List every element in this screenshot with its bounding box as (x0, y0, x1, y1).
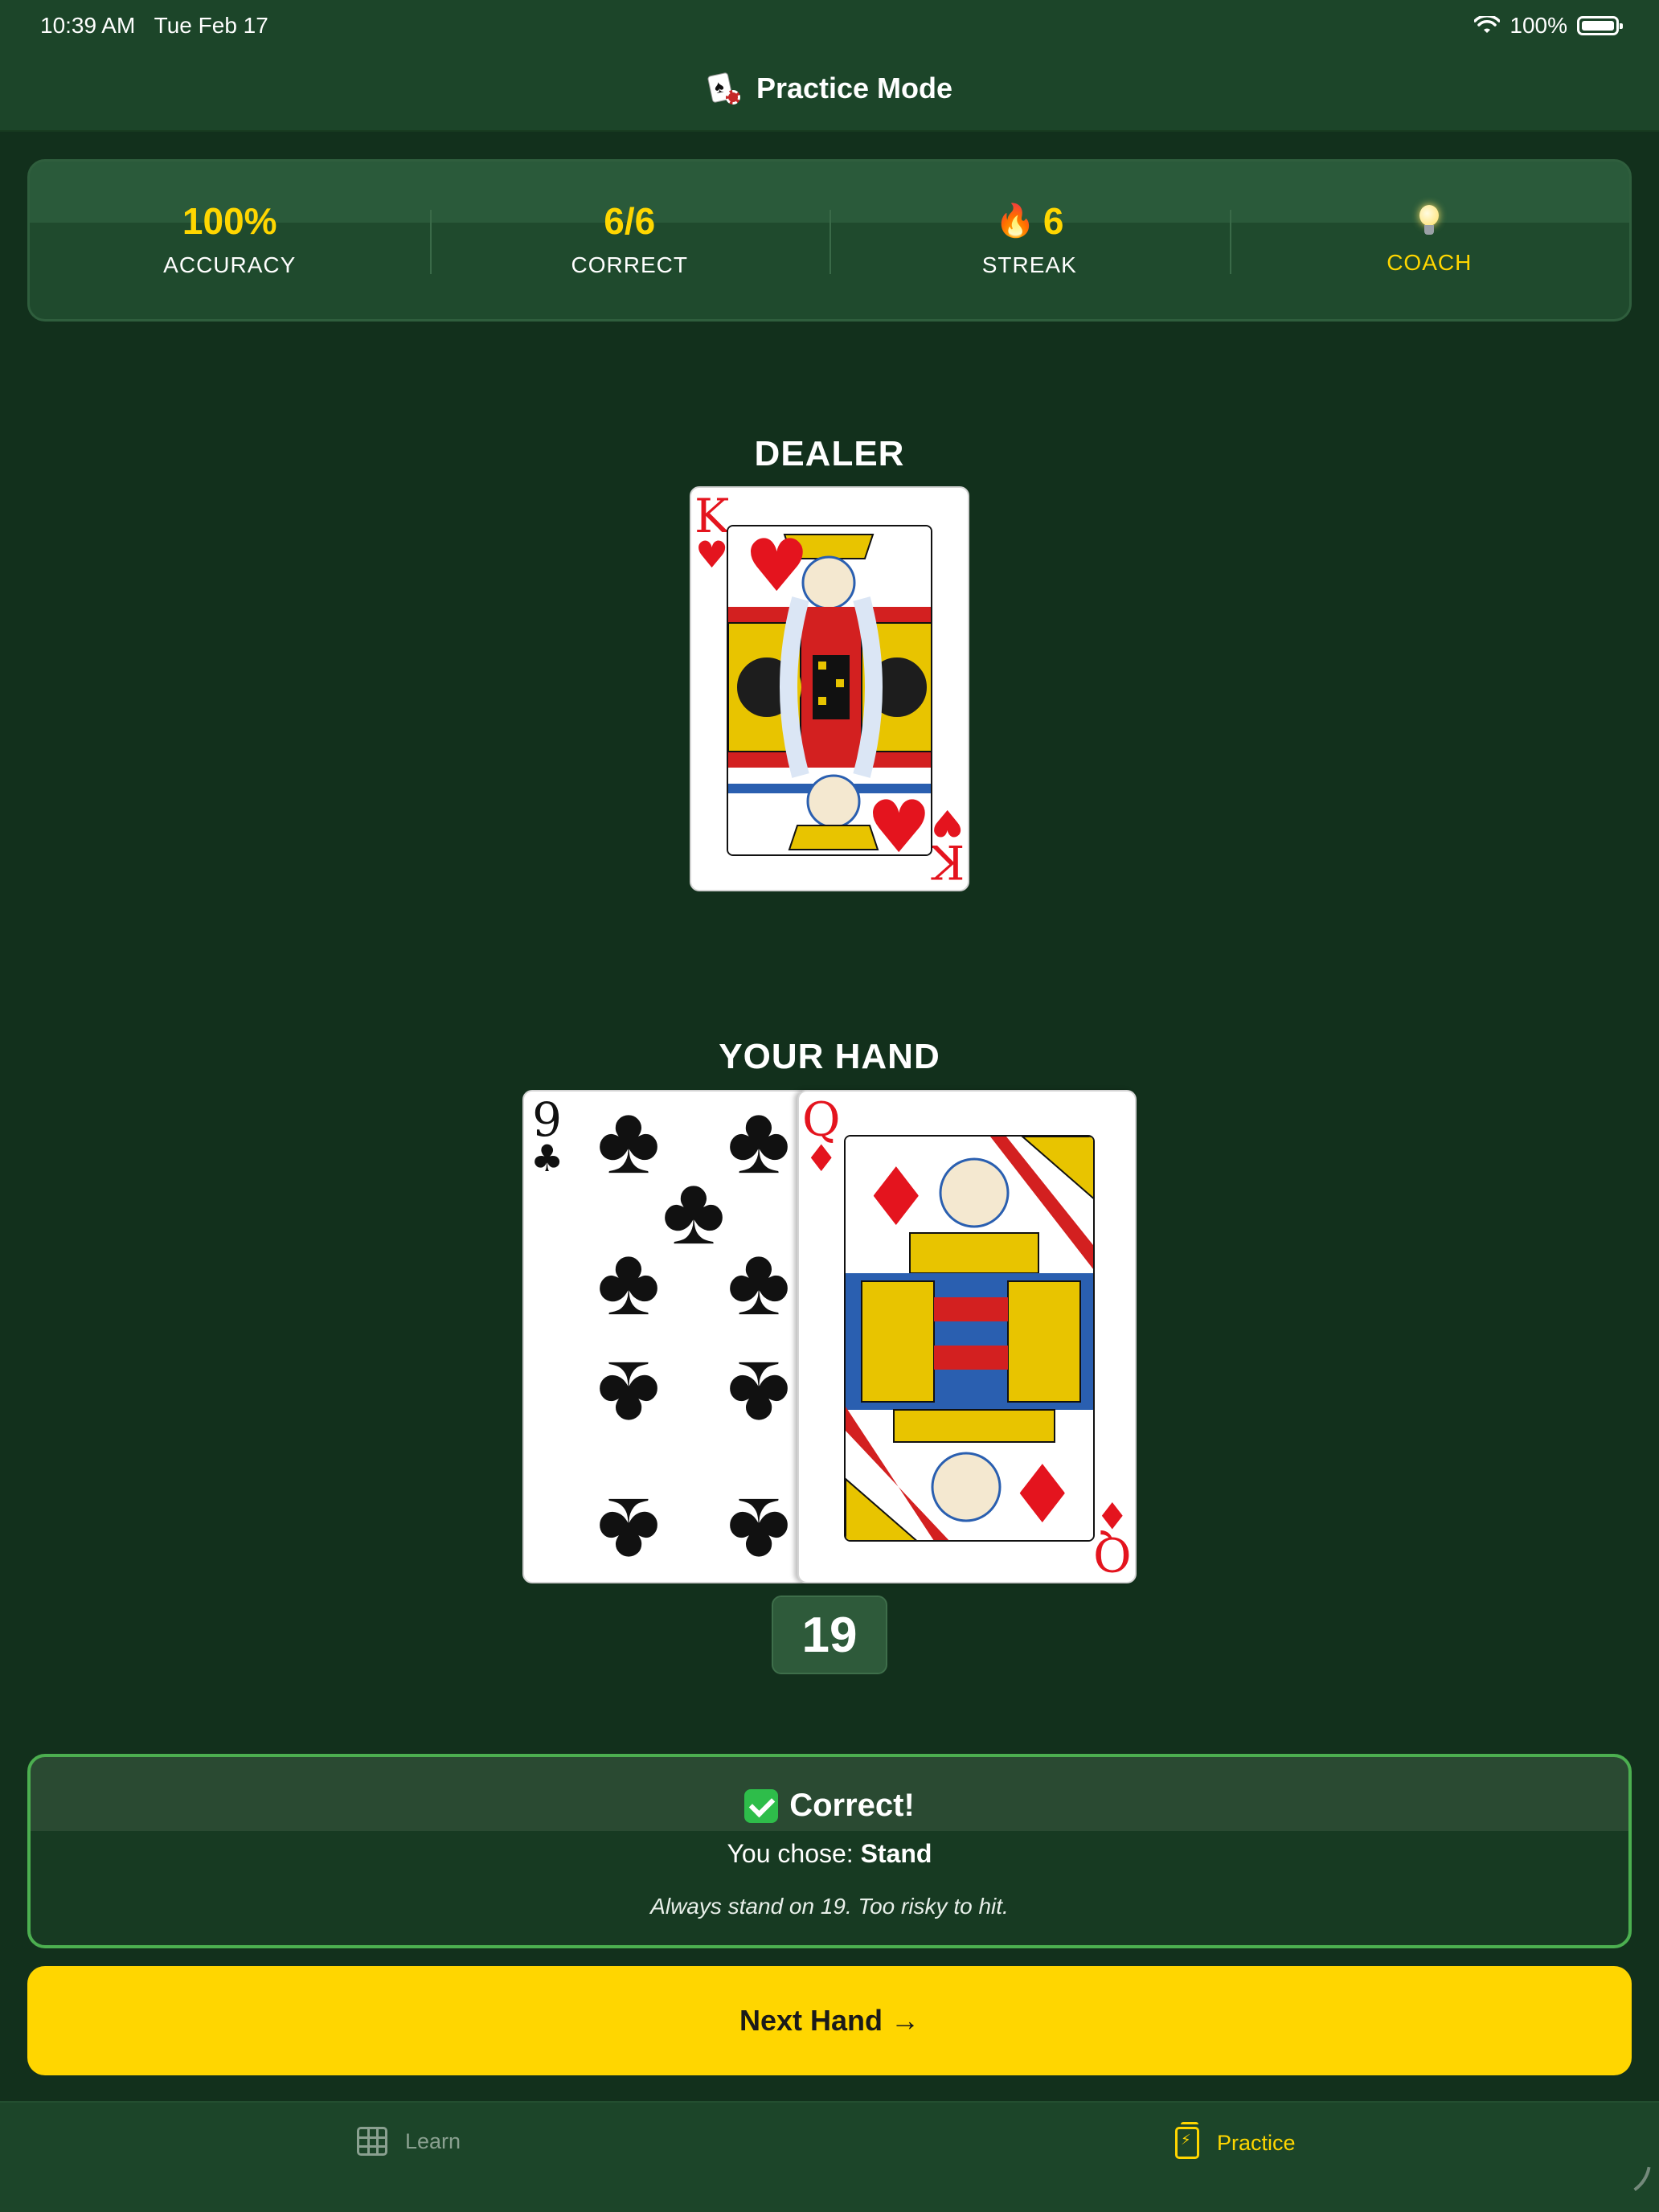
club-pip: ♣ (727, 1478, 791, 1583)
svg-text:♦: ♦ (1006, 1448, 1079, 1542)
result-choice: You chose: Stand (31, 1839, 1628, 1869)
your-hand-label: YOUR HAND (719, 1037, 940, 1076)
result-title-text: Correct! (789, 1788, 915, 1823)
card-corner: Q ♦ (1093, 1493, 1132, 1581)
club-pip: ♣ (662, 1157, 726, 1264)
stat-correct: 6/6 CORRECT (429, 162, 830, 319)
top-bar: 10:39 AM Tue Feb 17 100% Practice Mode (0, 0, 1659, 132)
streak-label: STREAK (981, 252, 1077, 277)
coach-label: COACH (1387, 250, 1473, 275)
hand-card-nine-clubs: 9 ♣ ♣ ♣ ♣ ♣ ♣ ♣ ♣ ♣ ♣ (522, 1090, 820, 1583)
tab-practice[interactable]: Practice (1175, 2122, 1296, 2159)
svg-text:♥: ♥ (866, 785, 932, 856)
correct-label: CORRECT (571, 252, 688, 277)
correct-value: 6/6 (604, 200, 656, 242)
tab-learn[interactable]: Learn (357, 2127, 461, 2156)
queen-face-art: ♦ ♦ (844, 1135, 1095, 1542)
result-panel: Correct! You chose: Stand Always stand o… (27, 1754, 1632, 1948)
stats-panel: 100% ACCURACY 6/6 CORRECT 🔥 6 STREAK COA… (27, 159, 1632, 322)
club-pip: ♣ (596, 1090, 661, 1194)
lightbulb-icon (1417, 205, 1441, 237)
status-right: 100% (1474, 13, 1623, 39)
result-title: Correct! (31, 1788, 1628, 1824)
card-corner: Q ♦ (802, 1092, 841, 1180)
time-text: 10:39 AM (40, 13, 136, 38)
accuracy-label: ACCURACY (163, 252, 297, 277)
next-hand-button[interactable]: Next Hand → (27, 1966, 1632, 2075)
club-pip: ♣ (596, 1342, 661, 1449)
coach-button[interactable]: COACH (1229, 162, 1630, 319)
card-corner: K ♥ (929, 801, 965, 889)
stat-accuracy: 100% ACCURACY (30, 162, 430, 319)
header: Practice Mode (0, 71, 1659, 106)
tab-bar: Learn Practice (0, 2101, 1659, 2212)
club-pip: ♣ (596, 1227, 661, 1335)
grid-icon (357, 2127, 387, 2156)
card-corner: K ♥ (694, 489, 730, 576)
streak-value: 6 (1043, 200, 1064, 242)
date-text: Tue Feb 17 (154, 13, 268, 38)
tab-learn-label: Learn (405, 2128, 461, 2153)
choice-value: Stand (860, 1839, 932, 1868)
club-pip: ♣ (596, 1478, 661, 1583)
cards-chip-icon (707, 71, 742, 106)
practice-icon (1175, 2122, 1199, 2159)
dealer-label: DEALER (754, 434, 905, 473)
dealer-card: K ♥ K ♥ ♥ ♥ (690, 486, 969, 891)
streak-value-row: 🔥 6 (995, 203, 1063, 240)
strategy-tip: Always stand on 19. Too risky to hit. (650, 1894, 1009, 1919)
hand-total-badge: 19 (772, 1596, 887, 1674)
club-pip: ♣ (727, 1342, 791, 1449)
battery-icon (1577, 16, 1623, 35)
tab-practice-label: Practice (1217, 2130, 1296, 2155)
stat-streak: 🔥 6 STREAK (830, 162, 1230, 319)
fire-icon: 🔥 (995, 203, 1035, 239)
corner-indicator (1608, 2161, 1651, 2204)
svg-text:♥: ♥ (744, 526, 809, 608)
battery-percent: 100% (1509, 13, 1567, 38)
choice-prefix: You chose: (727, 1839, 854, 1868)
accuracy-value: 100% (182, 200, 277, 242)
hand-card-queen-diamonds: Q ♦ Q ♦ ♦ ♦ (797, 1090, 1137, 1583)
wifi-icon (1474, 16, 1501, 33)
king-face-art: ♥ ♥ (727, 525, 932, 856)
club-pip: ♣ (727, 1227, 791, 1335)
page-title: Practice Mode (756, 72, 953, 104)
svg-text:♦: ♦ (860, 1150, 932, 1244)
club-pip: ♣ (727, 1090, 791, 1194)
status-time: 10:39 AM Tue Feb 17 (40, 13, 268, 39)
checkmark-icon (744, 1788, 779, 1823)
coach-icon-row (1417, 205, 1441, 237)
card-corner: 9 ♣ (530, 1092, 564, 1180)
